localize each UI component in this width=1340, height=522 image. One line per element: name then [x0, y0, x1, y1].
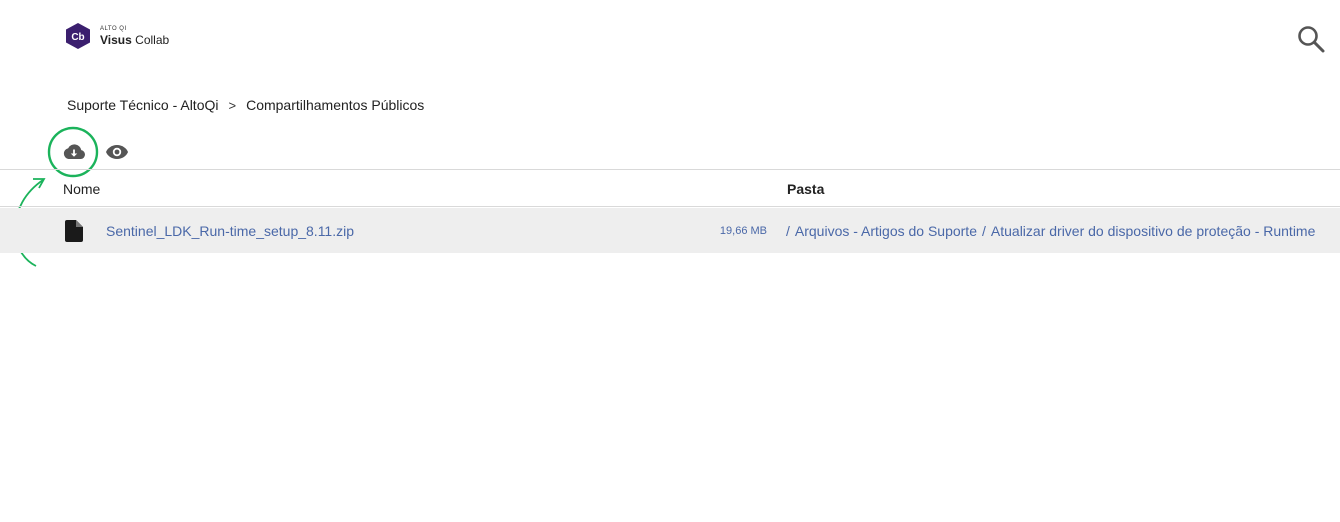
column-header-nome[interactable]: Nome	[63, 181, 100, 197]
logo-hexagon-icon: Cb	[66, 23, 90, 49]
logo-text: ALTO QI Visus Collab	[100, 26, 169, 46]
breadcrumb-item-suporte[interactable]: Suporte Técnico - AltoQi	[67, 97, 218, 113]
page: Cb ALTO QI Visus Collab Suporte Técnico …	[0, 0, 1340, 522]
breadcrumb-separator: >	[228, 97, 237, 113]
table-row[interactable]: Sentinel_LDK_Run-time_setup_8.11.zip 19,…	[0, 208, 1340, 253]
path-separator: /	[786, 223, 790, 239]
breadcrumb: Suporte Técnico - AltoQi > Compartilhame…	[67, 97, 424, 113]
breadcrumb-item-compartilhamentos[interactable]: Compartilhamentos Públicos	[246, 97, 424, 113]
view-button[interactable]	[104, 141, 130, 163]
path-segment-arquivos[interactable]: Arquivos - Artigos do Suporte	[795, 223, 977, 239]
download-button[interactable]	[61, 141, 87, 163]
logo-brand-light: Collab	[135, 33, 170, 47]
eye-icon	[106, 145, 128, 159]
file-size: 19,66 MB	[719, 225, 767, 237]
logo-brand-bold: Visus	[100, 33, 132, 47]
logo-company: ALTO QI	[100, 26, 127, 32]
search-icon	[1298, 26, 1325, 53]
table-header: Nome Pasta	[0, 170, 1340, 207]
logo-product: Visus Collab	[100, 34, 169, 46]
search-button[interactable]	[1296, 24, 1326, 54]
path-separator: /	[982, 223, 986, 239]
path-segment-atualizar-driver[interactable]: Atualizar driver do dispositivo de prote…	[991, 223, 1316, 239]
file-path: / Arquivos - Artigos do Suporte / Atualizar…	[781, 223, 1315, 239]
file-name-link[interactable]: Sentinel_LDK_Run-time_setup_8.11.zip	[106, 223, 354, 239]
cloud-download-icon	[63, 144, 85, 159]
column-header-pasta[interactable]: Pasta	[787, 181, 824, 197]
file-icon	[65, 220, 83, 242]
visus-collab-logo[interactable]: Cb ALTO QI Visus Collab	[64, 22, 169, 50]
logo-badge-text: Cb	[71, 32, 84, 43]
